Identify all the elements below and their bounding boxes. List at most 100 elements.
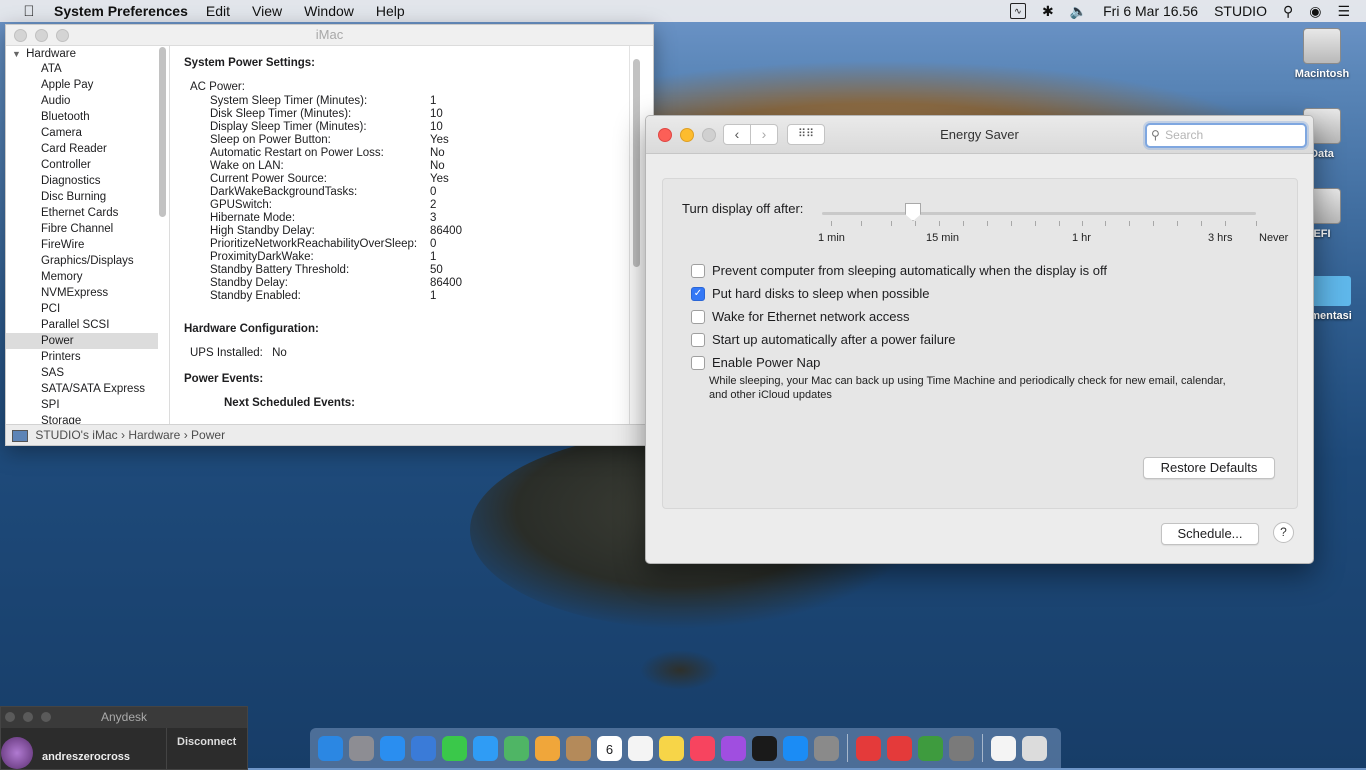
photos-icon[interactable]: [535, 735, 560, 761]
facetime-icon[interactable]: [442, 735, 467, 761]
tv-icon[interactable]: [752, 735, 777, 761]
notification-center-icon[interactable]: ☰: [1337, 3, 1350, 20]
schedule-button[interactable]: Schedule...: [1161, 523, 1259, 545]
option-auto-start[interactable]: Start up automatically after a power fai…: [691, 332, 956, 347]
window-titlebar[interactable]: Anydesk: [1, 707, 247, 728]
display-sleep-slider[interactable]: [822, 212, 1256, 215]
activity-monitor-icon[interactable]: ∿: [1009, 3, 1026, 19]
sidebar-item-nvmexpress[interactable]: NVMExpress: [6, 285, 158, 301]
slider-thumb[interactable]: [905, 203, 921, 221]
option-disk-sleep[interactable]: ✓ Put hard disks to sleep when possible: [691, 286, 930, 301]
contacts-icon[interactable]: [566, 735, 591, 761]
reminders-icon[interactable]: [628, 735, 653, 761]
forward-button[interactable]: ›: [751, 124, 778, 145]
sidebar-item-apple-pay[interactable]: Apple Pay: [6, 77, 158, 93]
zoom-button[interactable]: [56, 29, 69, 42]
bluetooth-icon[interactable]: ✱: [1042, 3, 1054, 20]
podcasts-icon[interactable]: [721, 735, 746, 761]
sidebar-item-audio[interactable]: Audio: [6, 93, 158, 109]
gpu-icon[interactable]: [918, 735, 943, 761]
disconnect-button[interactable]: Disconnect: [177, 736, 236, 748]
sidebar-item-disc-burning[interactable]: Disc Burning: [6, 189, 158, 205]
music-icon[interactable]: [690, 735, 715, 761]
sidebar-item-controller[interactable]: Controller: [6, 157, 158, 173]
menu-edit[interactable]: Edit: [206, 3, 230, 19]
sidebar-item-fibre-channel[interactable]: Fibre Channel: [6, 221, 158, 237]
sidebar-scrollbar[interactable]: [159, 47, 166, 217]
sidebar-item-diagnostics[interactable]: Diagnostics: [6, 173, 158, 189]
sidebar-item-ethernet-cards[interactable]: Ethernet Cards: [6, 205, 158, 221]
menu-user[interactable]: STUDIO: [1214, 3, 1267, 19]
window-toolbar[interactable]: Energy Saver ‹ › ⠿⠿ ⚲ Search: [646, 116, 1313, 154]
sidebar-item-card-reader[interactable]: Card Reader: [6, 141, 158, 157]
window-titlebar[interactable]: iMac: [6, 25, 653, 46]
menu-help[interactable]: Help: [376, 3, 405, 19]
sidebar-item-sas[interactable]: SAS: [6, 365, 158, 381]
anydesk2-icon[interactable]: [887, 735, 912, 761]
sidebar-item-spi[interactable]: SPI: [6, 397, 158, 413]
split-divider[interactable]: [169, 46, 170, 426]
sidebar-item-graphics-displays[interactable]: Graphics/Displays: [6, 253, 158, 269]
maps-icon[interactable]: [504, 735, 529, 761]
anydesk-icon[interactable]: [856, 735, 881, 761]
sidebar-item-parallel-scsi[interactable]: Parallel SCSI: [6, 317, 158, 333]
option-prevent-sleep[interactable]: Prevent computer from sleeping automatic…: [691, 263, 1107, 278]
volume-icon[interactable]: 🔈: [1070, 3, 1087, 20]
sidebar-group-hardware[interactable]: ▼ Hardware: [6, 46, 158, 61]
breadcrumb-root[interactable]: STUDIO's iMac: [35, 428, 117, 442]
breadcrumb-hardware[interactable]: Hardware: [128, 428, 180, 442]
checkbox[interactable]: [691, 309, 705, 324]
sidebar-item-bluetooth[interactable]: Bluetooth: [6, 109, 158, 125]
sidebar-item-sata-sata-express[interactable]: SATA/SATA Express: [6, 381, 158, 397]
checkbox[interactable]: [691, 355, 705, 370]
sidebar-item-printers[interactable]: Printers: [6, 349, 158, 365]
spotlight-search-icon[interactable]: ⚲: [1283, 3, 1293, 20]
content-scrollbar[interactable]: [633, 59, 640, 267]
menu-app-name[interactable]: System Preferences: [54, 3, 188, 19]
help-icon[interactable]: ?: [1273, 522, 1294, 543]
search-field[interactable]: ⚲ Search: [1145, 123, 1307, 148]
breadcrumb-power[interactable]: Power: [191, 428, 225, 442]
apple-menu-icon[interactable]: : [20, 3, 38, 20]
minimize-button[interactable]: [680, 128, 694, 142]
menu-window[interactable]: Window: [304, 3, 354, 19]
disclosure-triangle-icon[interactable]: ▼: [12, 49, 21, 59]
close-button[interactable]: [658, 128, 672, 142]
sidebar-item-pci[interactable]: PCI: [6, 301, 158, 317]
desktop-disk-macintosh[interactable]: Macintosh: [1287, 28, 1357, 80]
systemprefs-icon[interactable]: [814, 735, 839, 761]
zoom-button[interactable]: [41, 712, 51, 722]
calendar-icon[interactable]: 6: [597, 735, 622, 761]
option-power-nap[interactable]: Enable Power Nap: [691, 355, 820, 370]
menu-clock[interactable]: Fri 6 Mar 16.56: [1103, 3, 1198, 19]
siri-icon[interactable]: ◉: [1309, 3, 1321, 20]
checkbox[interactable]: [691, 263, 705, 278]
minimize-button[interactable]: [35, 29, 48, 42]
minimize-button[interactable]: [23, 712, 33, 722]
usb-icon[interactable]: [949, 735, 974, 761]
close-button[interactable]: [5, 712, 15, 722]
trash-icon[interactable]: [1022, 735, 1047, 761]
checkbox-checked[interactable]: ✓: [691, 286, 705, 301]
messages-icon[interactable]: [473, 735, 498, 761]
mail-icon[interactable]: [411, 735, 436, 761]
finder-icon[interactable]: [318, 735, 343, 761]
sidebar-item-firewire[interactable]: FireWire: [6, 237, 158, 253]
close-button[interactable]: [14, 29, 27, 42]
sidebar-item-power[interactable]: Power: [6, 333, 158, 349]
sidebar-item-memory[interactable]: Memory: [6, 269, 158, 285]
option-wake-ethernet[interactable]: Wake for Ethernet network access: [691, 309, 910, 324]
document-icon[interactable]: [991, 735, 1016, 761]
appstore-icon[interactable]: [783, 735, 808, 761]
restore-defaults-button[interactable]: Restore Defaults: [1143, 457, 1275, 479]
back-button[interactable]: ‹: [723, 124, 751, 145]
checkbox[interactable]: [691, 332, 705, 347]
zoom-button[interactable]: [702, 128, 716, 142]
notes-icon[interactable]: [659, 735, 684, 761]
menu-view[interactable]: View: [252, 3, 282, 19]
safari-icon[interactable]: [380, 735, 405, 761]
sidebar-item-ata[interactable]: ATA: [6, 61, 158, 77]
launchpad-icon[interactable]: [349, 735, 374, 761]
show-all-grid-button[interactable]: ⠿⠿: [787, 124, 825, 145]
sidebar-item-camera[interactable]: Camera: [6, 125, 158, 141]
